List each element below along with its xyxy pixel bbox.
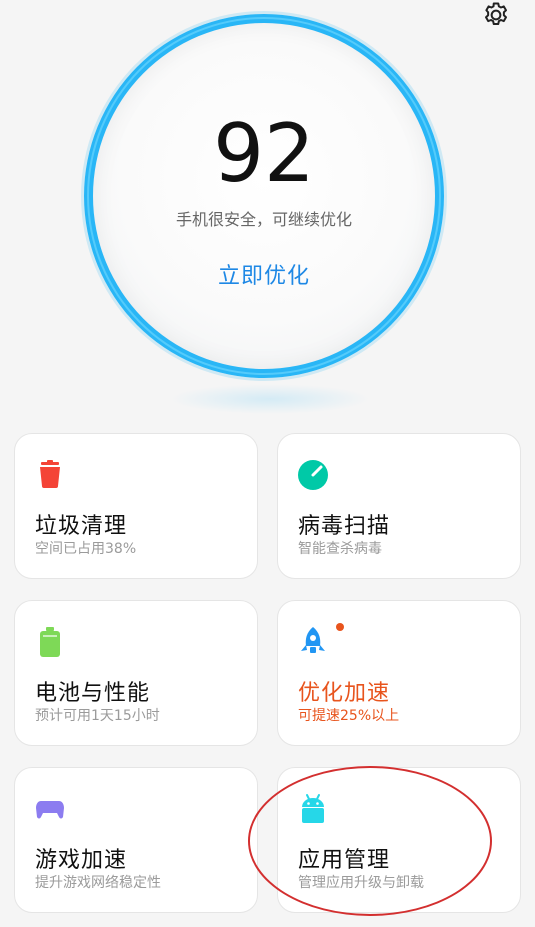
card-subtitle: 空间已占用38% <box>35 541 137 557</box>
card-title: 垃圾清理 <box>35 514 128 539</box>
notification-badge <box>336 623 344 631</box>
speed-boost-card[interactable]: 优化加速 可提速25%以上 <box>277 600 521 746</box>
card-title: 优化加速 <box>298 681 391 706</box>
card-subtitle: 智能查杀病毒 <box>298 541 382 557</box>
scan-radar-icon <box>298 460 328 490</box>
security-status-text: 手机很安全，可继续优化 <box>175 210 352 229</box>
card-title: 游戏加速 <box>35 848 128 873</box>
score-ring-shadow <box>170 384 370 414</box>
card-subtitle: 可提速25%以上 <box>298 708 400 724</box>
android-icon <box>302 794 324 823</box>
optimize-now-button[interactable]: 立即优化 <box>84 258 444 290</box>
battery-icon <box>40 627 60 657</box>
settings-gear-icon[interactable] <box>481 0 511 30</box>
game-boost-card[interactable]: 游戏加速 提升游戏网络稳定性 <box>14 767 258 913</box>
trash-can-icon <box>40 460 60 488</box>
card-title: 病毒扫描 <box>298 514 391 539</box>
app-management-card[interactable]: 应用管理 管理应用升级与卸载 <box>277 767 521 913</box>
card-title: 应用管理 <box>298 848 391 873</box>
card-subtitle: 管理应用升级与卸载 <box>298 875 424 891</box>
card-subtitle: 预计可用1天15小时 <box>35 708 160 724</box>
gamepad-icon <box>36 801 64 819</box>
junk-cleanup-card[interactable]: 垃圾清理 空间已占用38% <box>14 433 258 579</box>
battery-performance-card[interactable]: 电池与性能 预计可用1天15小时 <box>14 600 258 746</box>
rocket-icon <box>301 627 325 653</box>
card-subtitle: 提升游戏网络稳定性 <box>35 875 161 891</box>
card-title: 电池与性能 <box>35 681 151 706</box>
security-score: 92 <box>213 107 315 200</box>
virus-scan-card[interactable]: 病毒扫描 智能查杀病毒 <box>277 433 521 579</box>
security-score-panel[interactable]: 92 手机很安全，可继续优化 立即优化 <box>84 14 444 378</box>
